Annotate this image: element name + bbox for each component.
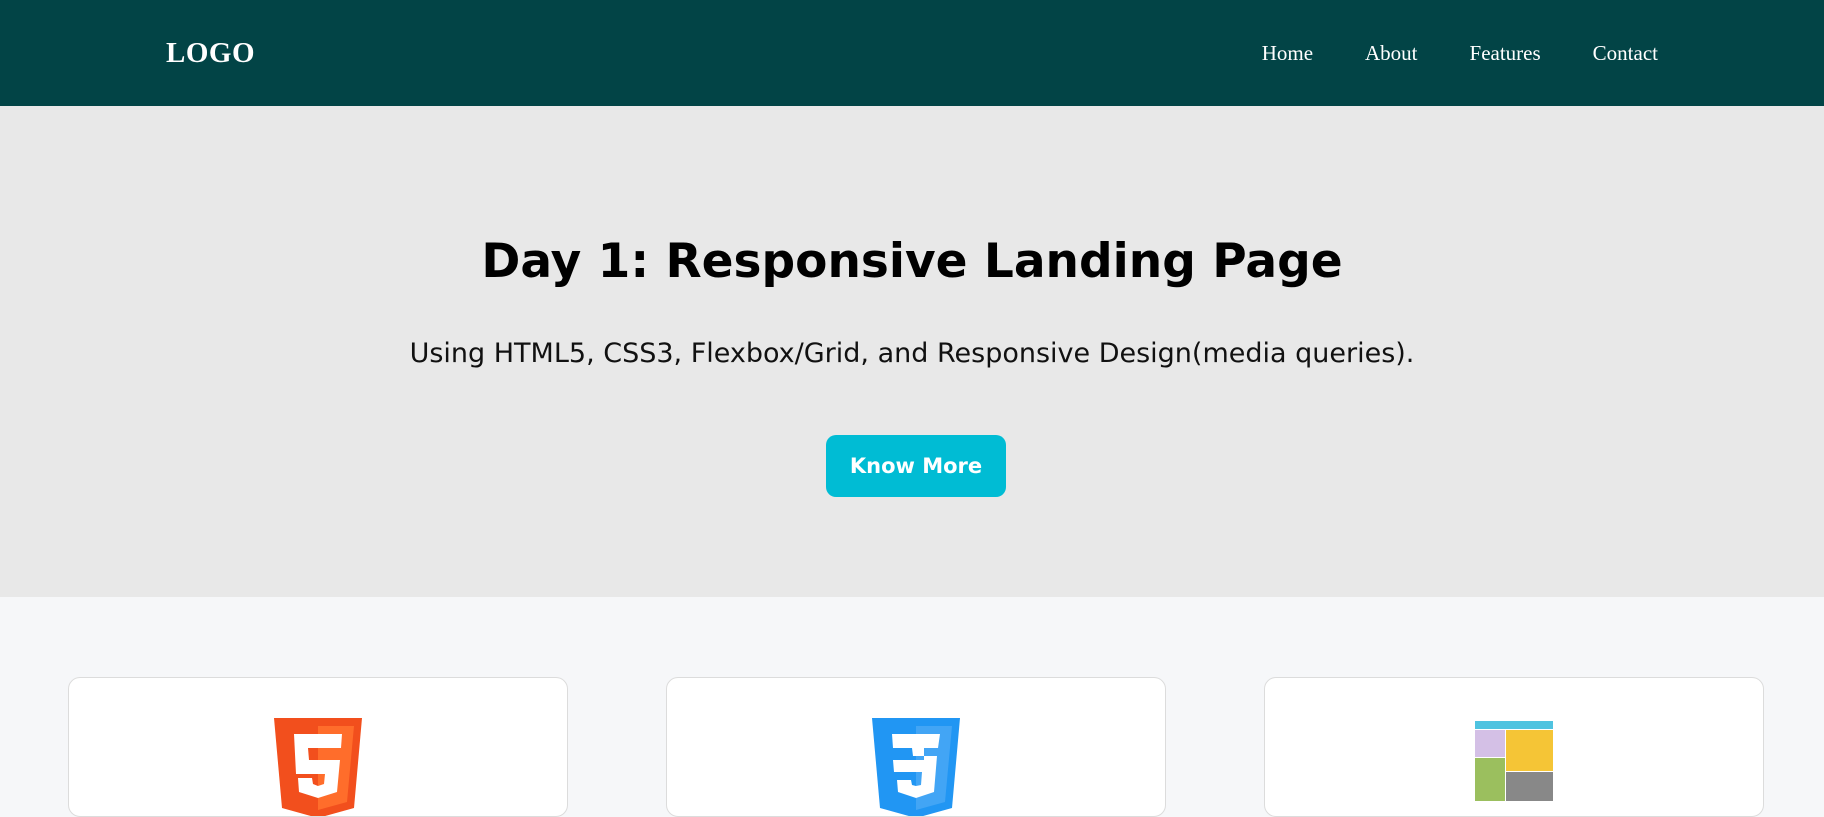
know-more-button[interactable]: Know More xyxy=(826,435,1006,497)
nav-link-features[interactable]: Features xyxy=(1470,41,1541,66)
feature-card-grid xyxy=(1264,677,1764,817)
hero-title: Day 1: Responsive Landing Page xyxy=(481,234,1343,289)
feature-card-css3 xyxy=(666,677,1166,817)
hero-subtitle: Using HTML5, CSS3, Flexbox/Grid, and Res… xyxy=(409,338,1415,369)
nav-link-contact[interactable]: Contact xyxy=(1593,41,1658,66)
nav-link-home[interactable]: Home xyxy=(1262,41,1313,66)
html5-icon xyxy=(274,718,362,816)
logo[interactable]: LOGO xyxy=(166,37,255,70)
feature-card-html5 xyxy=(68,677,568,817)
hero-section: Day 1: Responsive Landing Page Using HTM… xyxy=(0,106,1824,597)
css-grid-layout-icon xyxy=(1475,721,1553,801)
nav-link-about[interactable]: About xyxy=(1365,41,1418,66)
css3-icon xyxy=(872,718,960,816)
top-navbar: LOGO Home About Features Contact xyxy=(0,0,1824,106)
features-section xyxy=(0,597,1824,817)
nav-links: Home About Features Contact xyxy=(1262,41,1658,66)
